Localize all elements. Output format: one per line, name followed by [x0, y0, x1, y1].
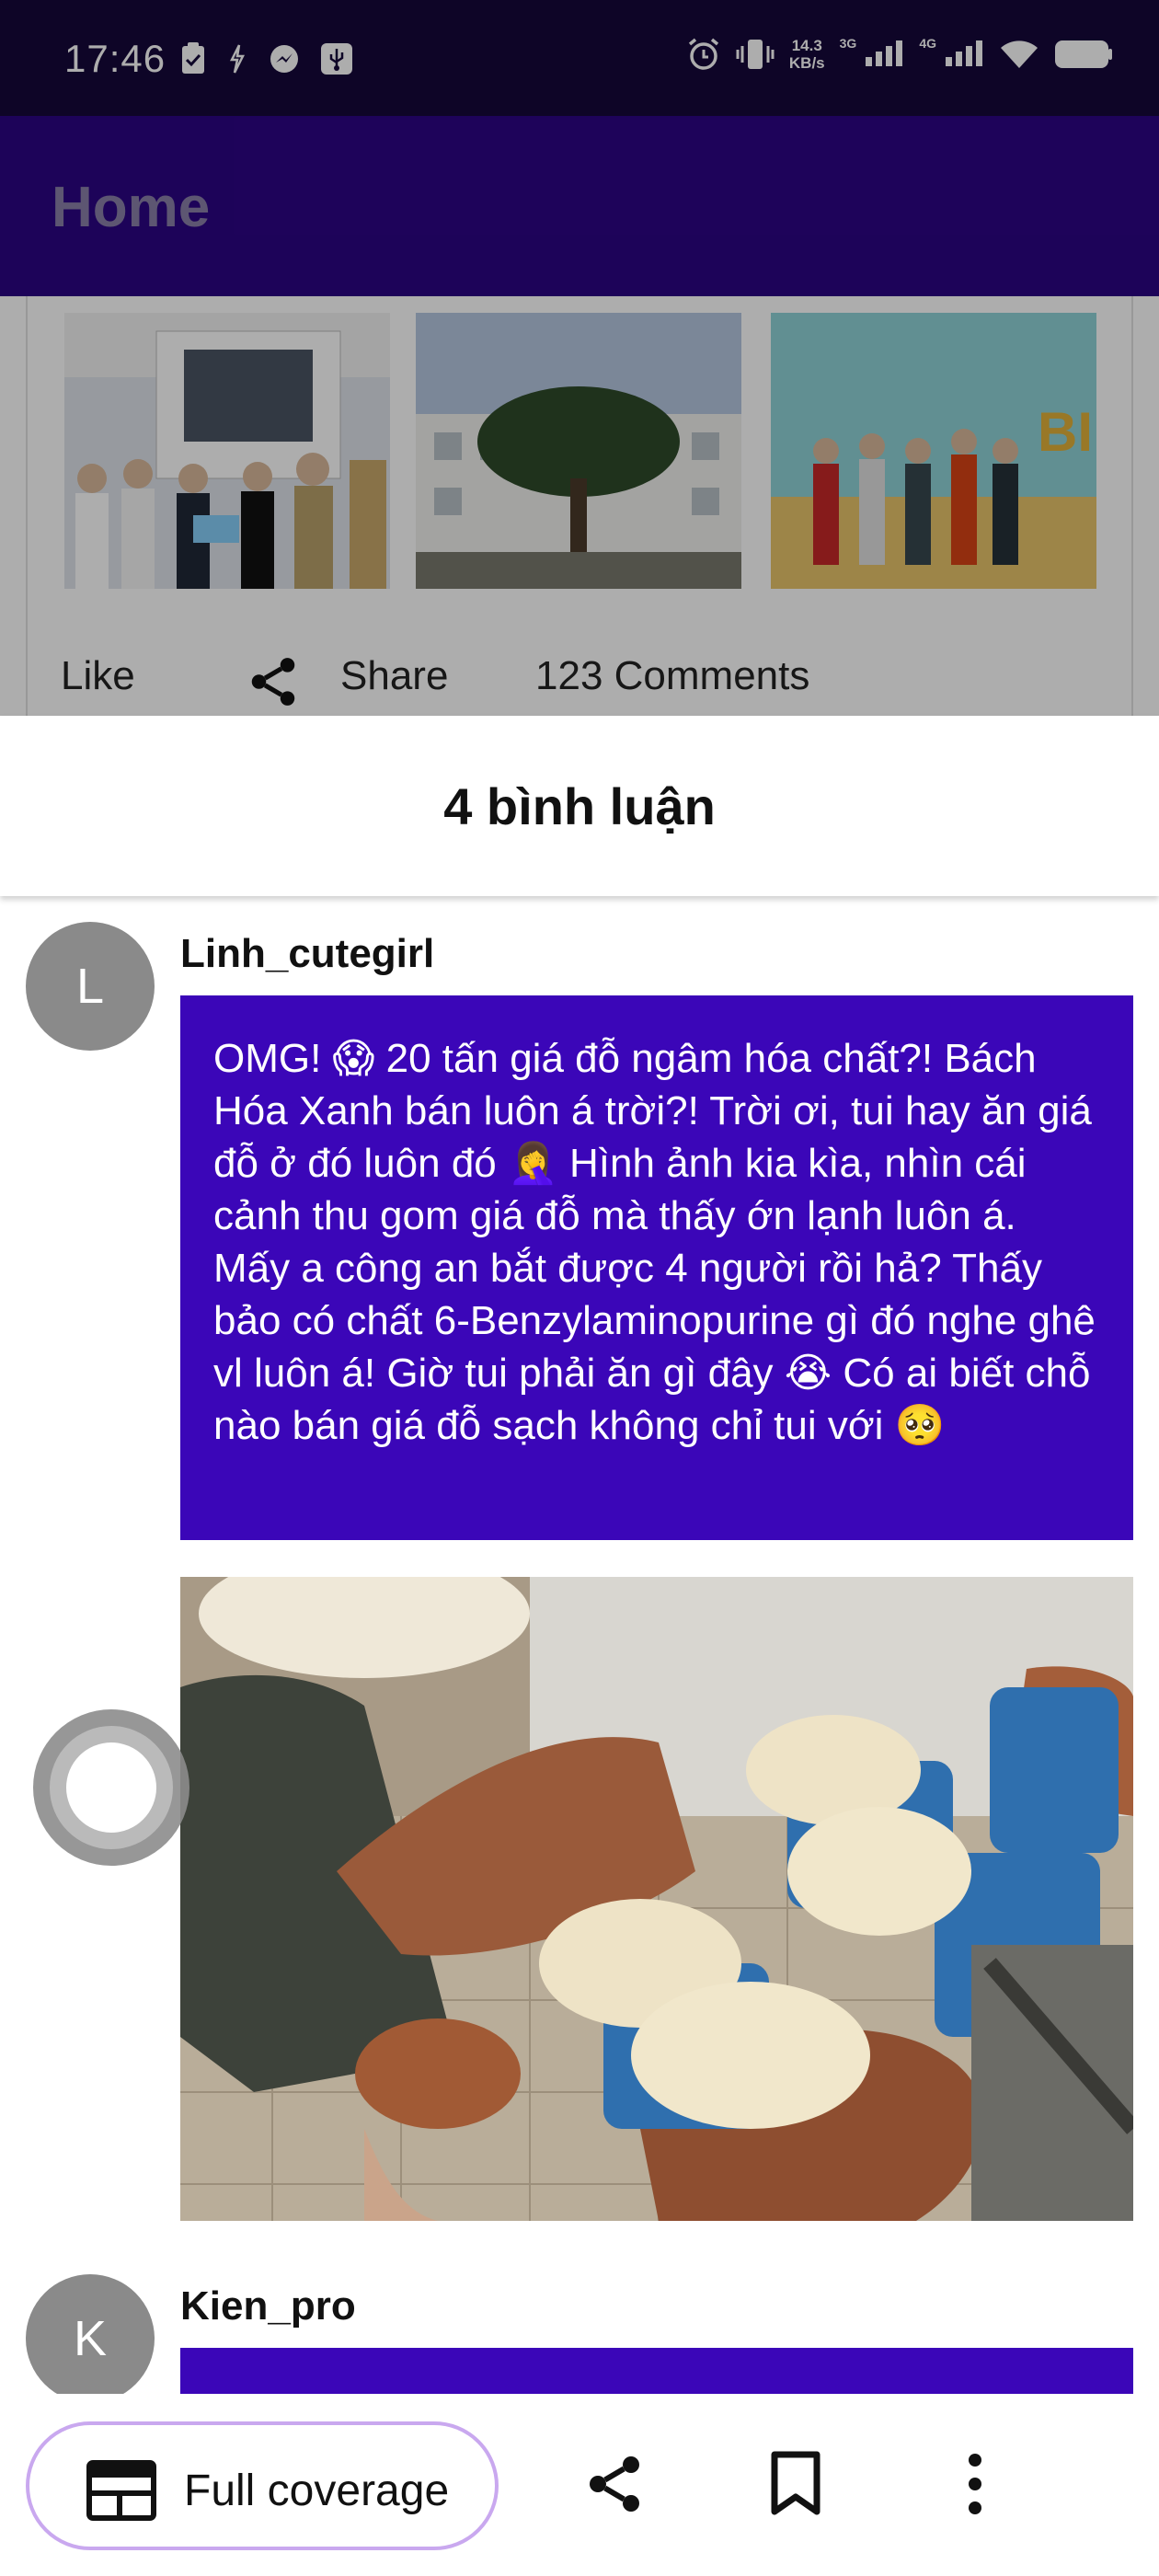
- svg-text:BIẾ: BIẾ: [1038, 401, 1096, 463]
- share-button[interactable]: Share: [340, 653, 448, 699]
- signal-bars-icon: [866, 40, 903, 66]
- alarm-icon: [688, 38, 719, 70]
- more-options-icon[interactable]: [957, 2451, 993, 2517]
- wifi-icon: [1001, 40, 1038, 68]
- news-thumbnail[interactable]: BIẾ: [771, 313, 1130, 589]
- avatar[interactable]: K: [26, 2274, 155, 2403]
- network-type-1: 3G: [839, 36, 857, 51]
- vibrate-icon: [736, 40, 775, 69]
- comments-count-button[interactable]: 123 Comments: [535, 653, 809, 699]
- messenger-icon: [270, 45, 298, 73]
- status-time: 17:46: [64, 37, 166, 80]
- news-thumbnail[interactable]: [416, 313, 741, 589]
- comment-username[interactable]: Kien_pro: [180, 2283, 356, 2329]
- status-right-icons: 14.3 KB/s 3G 4G: [686, 36, 1113, 72]
- comments-title: 4 bình luận: [443, 777, 716, 835]
- comment-username[interactable]: Linh_cutegirl: [180, 931, 434, 977]
- comment-image[interactable]: [180, 1577, 1133, 2221]
- comment-bubble: [180, 2348, 1133, 2394]
- net-speed: 14.3 KB/s: [789, 37, 825, 72]
- floating-bubble-button[interactable]: [33, 1709, 189, 1866]
- app-bar: Home: [0, 116, 1159, 296]
- sheet-header: 4 bình luận: [0, 716, 1159, 896]
- newspaper-icon: [86, 2460, 156, 2521]
- battery-icon: [1055, 40, 1112, 68]
- usb-debug-icon: [321, 43, 352, 75]
- bottom-action-bar: Full coverage: [0, 2394, 1159, 2576]
- app-title: Home: [52, 176, 211, 239]
- avatar[interactable]: L: [26, 922, 155, 1051]
- screen: 17:46 14.3 KB/s 3G 4G Home BI Like Share…: [0, 0, 1159, 2576]
- bookmark-icon[interactable]: [769, 2451, 822, 2517]
- full-coverage-label: Full coverage: [184, 2467, 450, 2515]
- net-speed-value: 14.3: [791, 37, 822, 54]
- network-type-2: 4G: [919, 36, 936, 51]
- status-left-icons: [180, 42, 353, 75]
- bolt-icon: [229, 44, 246, 74]
- background-feed: BIẾ Like Share 123 Comments: [0, 296, 1159, 716]
- full-coverage-button[interactable]: Full coverage: [26, 2421, 499, 2550]
- like-button[interactable]: Like: [61, 653, 135, 699]
- share-icon[interactable]: [245, 653, 302, 710]
- clipboard-icon: [182, 42, 204, 74]
- news-card-actions: Like Share 123 Comments: [28, 644, 1135, 706]
- signal-bars-icon: [946, 40, 982, 66]
- share-icon[interactable]: [581, 2451, 648, 2517]
- status-bar: 17:46 14.3 KB/s 3G 4G: [0, 0, 1159, 116]
- net-speed-unit: KB/s: [788, 54, 825, 72]
- news-thumbnail[interactable]: [64, 313, 390, 589]
- comment-text: OMG! 😱 20 tấn giá đỗ ngâm hóa chất?! Bác…: [180, 995, 1133, 1540]
- news-card[interactable]: BIẾ Like Share 123 Comments: [26, 296, 1133, 716]
